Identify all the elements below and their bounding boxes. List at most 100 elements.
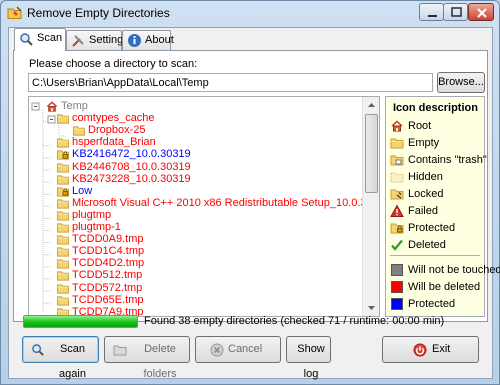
exit-icon bbox=[413, 343, 427, 357]
legend-item-label: Locked bbox=[408, 188, 444, 200]
minimize-icon bbox=[428, 15, 437, 17]
tab-about-label: About bbox=[145, 34, 174, 46]
trash-folder-icon bbox=[390, 155, 404, 166]
directory-path-input[interactable] bbox=[28, 73, 433, 92]
client-area: Scan Settings About Please choose a dire… bbox=[8, 27, 500, 380]
folder-icon bbox=[56, 162, 70, 173]
root-house-icon bbox=[46, 101, 58, 112]
exit-label: Exit bbox=[432, 343, 451, 355]
folder-icon bbox=[56, 211, 70, 221]
tree-item-label: TCDD572.tmp bbox=[72, 281, 143, 294]
folder-icon bbox=[56, 259, 70, 269]
delete-folders-label: Delete folders bbox=[143, 343, 177, 380]
magnifier-icon bbox=[20, 33, 33, 46]
legend-color-label: Will be deleted bbox=[408, 281, 481, 293]
tree-item-label: TCDD65E.tmp bbox=[72, 293, 144, 306]
progress-fill bbox=[24, 316, 137, 327]
tree-item-label: plugtmp-1 bbox=[72, 221, 121, 233]
maximize-button[interactable] bbox=[443, 3, 468, 21]
minimize-button[interactable] bbox=[419, 3, 444, 21]
scroll-up-icon[interactable] bbox=[364, 98, 379, 113]
warning-icon bbox=[390, 204, 404, 217]
tab-settings[interactable]: Settings bbox=[66, 30, 129, 50]
scan-again-label: Scan again bbox=[59, 343, 86, 380]
folder-icon bbox=[56, 223, 70, 233]
delete-folders-button[interactable]: Delete folders bbox=[104, 336, 190, 380]
folder-icon bbox=[56, 235, 70, 245]
tab-scan-label: Scan bbox=[37, 32, 63, 44]
folder-icon bbox=[56, 114, 70, 124]
tree-item-label: hsperfdata_Brian bbox=[72, 136, 156, 149]
close-icon bbox=[477, 8, 487, 18]
tree-item-label: Temp bbox=[61, 100, 88, 112]
tree-item-label: TCDD4D2.tmp bbox=[72, 257, 145, 270]
browse-button[interactable]: Browse... bbox=[437, 72, 485, 93]
legend-item-label: Protected bbox=[408, 222, 456, 234]
legend-item-label: Failed bbox=[408, 205, 438, 217]
info-icon bbox=[128, 34, 141, 47]
tree-scrollbar[interactable] bbox=[362, 97, 379, 316]
folder-icon bbox=[72, 126, 86, 136]
title-bar[interactable]: Remove Empty Directories bbox=[1, 1, 499, 25]
legend-item-label: Empty bbox=[408, 137, 440, 149]
legend-color-label: Will not be touched bbox=[408, 264, 500, 276]
show-log-label: Show log bbox=[297, 343, 325, 380]
tree-item-label: plugtmp bbox=[72, 208, 112, 221]
lock-folder-icon bbox=[56, 150, 70, 160]
tree-item-label: KB2416472_10.0.30319 bbox=[72, 148, 191, 161]
tree-item-label: KB2446708_10.0.30319 bbox=[72, 160, 191, 173]
scroll-thumb[interactable] bbox=[365, 114, 378, 193]
scan-panel: Please choose a directory to scan: Brows… bbox=[13, 50, 500, 322]
folder-icon bbox=[56, 283, 70, 294]
legend-item-label: Contains "trash" bbox=[408, 154, 487, 166]
color-swatch bbox=[391, 281, 403, 293]
tree-item-label: KB2473228_10.0.30319 bbox=[72, 172, 191, 185]
tab-about[interactable]: About bbox=[122, 30, 174, 50]
color-swatch bbox=[391, 298, 403, 310]
folder-broom-icon bbox=[7, 6, 22, 19]
tools-icon bbox=[72, 35, 84, 47]
tree-item-label: Microsoft Visual C++ 2010 x86 Redistribu… bbox=[72, 196, 380, 209]
folder-icon bbox=[56, 271, 70, 281]
scroll-down-icon[interactable] bbox=[364, 300, 379, 315]
protected-folder-icon bbox=[390, 223, 404, 234]
tree-item-label: Low bbox=[72, 184, 93, 197]
folder-icon bbox=[56, 199, 70, 209]
checkmark-icon bbox=[391, 239, 403, 251]
icon-description-panel: Icon description Root Empty Contains "tras… bbox=[385, 96, 500, 317]
window-title: Remove Empty Directories bbox=[27, 6, 170, 20]
tab-scan[interactable]: Scan bbox=[14, 28, 66, 51]
folder-icon bbox=[56, 295, 70, 306]
status-text: Found 38 empty directories (checked 71 /… bbox=[144, 315, 445, 327]
legend-item-label: Hidden bbox=[408, 171, 443, 183]
tree-item-label: TCDD1C4.tmp bbox=[72, 245, 145, 258]
show-log-button[interactable]: Show log bbox=[286, 336, 331, 380]
scan-again-button[interactable]: Scan again bbox=[22, 336, 99, 380]
directory-tree[interactable]: Temp comtypes_cache Dropbox-25 hsperfdata_B… bbox=[28, 96, 380, 317]
lock-folder-icon bbox=[56, 187, 70, 197]
choose-directory-label: Please choose a directory to scan: bbox=[29, 58, 198, 70]
legend-divider bbox=[390, 255, 480, 256]
magnifier-icon bbox=[32, 344, 44, 356]
legend-item-label: Deleted bbox=[408, 239, 446, 251]
locked-icon bbox=[390, 189, 404, 200]
legend-title: Icon description bbox=[393, 102, 478, 114]
cancel-button[interactable]: Cancel bbox=[195, 336, 281, 363]
root-house-icon bbox=[391, 120, 403, 132]
tree-item-label: Dropbox-25 bbox=[88, 124, 146, 137]
folder-delete-icon bbox=[113, 345, 127, 356]
hidden-folder-icon bbox=[390, 172, 404, 183]
legend-color-label: Protected bbox=[408, 298, 456, 310]
close-button[interactable] bbox=[468, 3, 494, 21]
tree-item-label: TCDD0A9.tmp bbox=[72, 233, 144, 246]
progress-bar bbox=[23, 315, 138, 328]
folder-icon bbox=[56, 138, 70, 148]
folder-icon bbox=[390, 138, 404, 149]
cancel-icon bbox=[210, 343, 224, 357]
app-window: Remove Empty Directories Scan Settings A… bbox=[0, 0, 500, 385]
tree-item-label: TCDD512.tmp bbox=[72, 269, 143, 282]
maximize-icon bbox=[451, 7, 462, 17]
exit-button[interactable]: Exit bbox=[382, 336, 479, 363]
legend-item-label: Root bbox=[408, 120, 432, 132]
folder-icon bbox=[56, 247, 70, 257]
